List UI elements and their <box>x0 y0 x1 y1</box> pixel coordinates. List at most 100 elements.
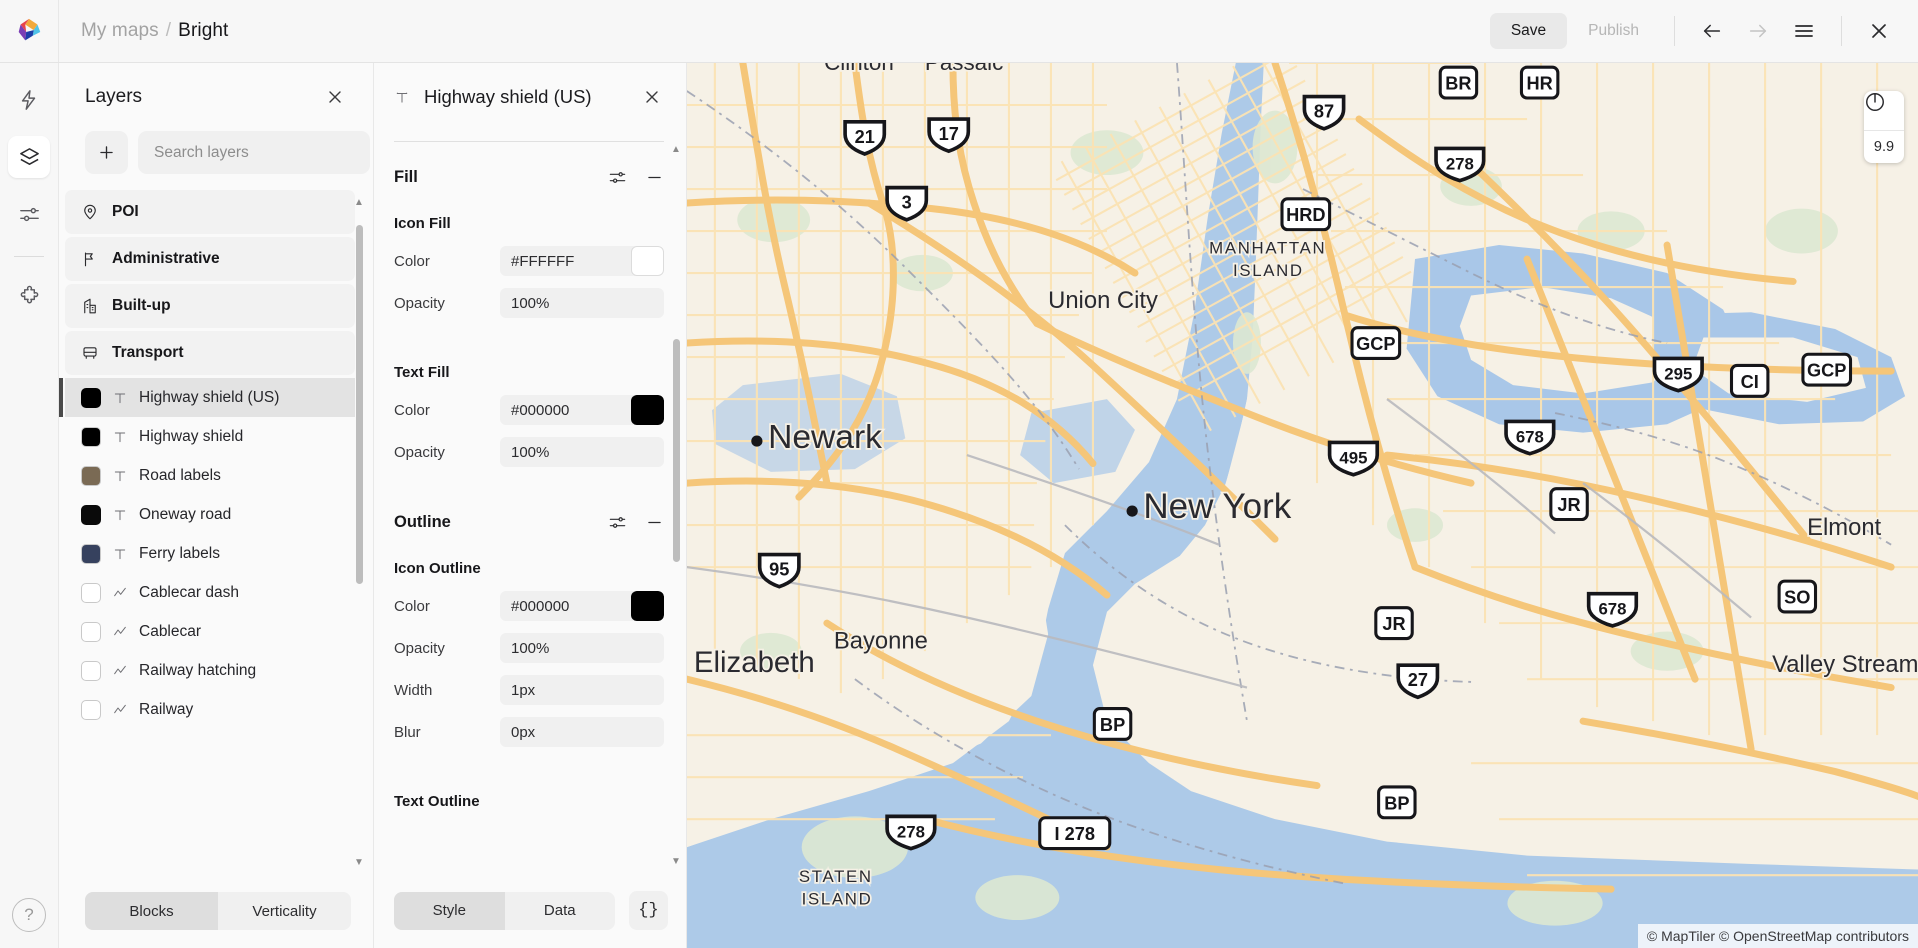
breadcrumb-root[interactable]: My maps <box>81 20 159 42</box>
map-route-badge: CI <box>1731 365 1767 396</box>
layer-color-swatch[interactable] <box>81 466 101 486</box>
section-settings-button[interactable] <box>608 513 627 532</box>
tab-data[interactable]: Data <box>505 892 616 930</box>
layer-category-row[interactable]: POI <box>65 190 355 234</box>
style-property-row: Color#FFFFFF <box>394 246 664 276</box>
undo-back-button[interactable] <box>1689 8 1735 54</box>
scrollbar-thumb[interactable] <box>356 225 363 585</box>
property-color-swatch[interactable] <box>631 591 664 621</box>
map-place-dot <box>1127 506 1138 517</box>
svg-text:BR: BR <box>1445 74 1471 94</box>
layer-row[interactable]: Highway shield <box>65 417 355 456</box>
code-editor-button[interactable]: {} <box>629 891 668 930</box>
menu-button[interactable] <box>1781 8 1827 54</box>
property-value-input[interactable]: 100% <box>500 633 664 663</box>
layer-row[interactable]: Ferry labels <box>65 534 355 573</box>
layer-category-row[interactable]: Transport <box>65 331 355 375</box>
property-color-swatch[interactable] <box>631 246 664 276</box>
close-icon <box>325 87 345 107</box>
search-layers-input[interactable] <box>138 131 370 174</box>
brand-logo[interactable] <box>0 0 59 62</box>
map-canvas[interactable]: ClintonPassaicUnion CityMANHATTANISLANDN… <box>687 63 1918 948</box>
rail-item-lightning[interactable] <box>8 79 50 121</box>
line-layer-icon <box>112 624 128 640</box>
layer-color-swatch[interactable] <box>81 661 101 681</box>
svg-text:SO: SO <box>1784 588 1810 608</box>
layer-category-label: Administrative <box>112 250 220 268</box>
sliders-icon <box>608 168 627 187</box>
property-value-input[interactable]: #FFFFFF <box>500 246 664 276</box>
layer-category-row[interactable]: Built-up <box>65 284 355 328</box>
svg-text:95: 95 <box>769 560 789 580</box>
map-route-badge: JR <box>1551 489 1587 520</box>
map-zoom-control[interactable]: 9.9 <box>1864 91 1904 163</box>
property-value-input[interactable]: 1px <box>500 675 664 705</box>
line-layer-icon <box>112 663 128 679</box>
property-value-input[interactable]: 100% <box>500 288 664 318</box>
publish-button[interactable]: Publish <box>1567 13 1660 49</box>
tab-verticality[interactable]: Verticality <box>218 892 351 930</box>
style-scrollbar[interactable]: ▲ ▼ <box>670 145 682 867</box>
redo-forward-button[interactable] <box>1735 8 1781 54</box>
layer-color-swatch[interactable] <box>81 622 101 642</box>
header-actions: Save Publish <box>1490 0 1918 62</box>
rail-item-layers[interactable] <box>8 136 50 178</box>
layer-color-swatch[interactable] <box>81 700 101 720</box>
line-layer-icon <box>112 702 128 718</box>
layer-row[interactable]: Railway hatching <box>65 651 355 690</box>
save-button[interactable]: Save <box>1490 13 1567 49</box>
scrollbar-thumb[interactable] <box>673 339 680 561</box>
style-property-row: Blur0px <box>394 717 664 747</box>
scroll-down-arrow-icon[interactable]: ▼ <box>354 858 364 868</box>
rail-item-plugins[interactable] <box>8 275 50 317</box>
layer-row[interactable]: Cablecar dash <box>65 573 355 612</box>
layers-stack-icon <box>18 146 41 169</box>
section-collapse-button[interactable] <box>645 168 664 187</box>
layer-color-swatch[interactable] <box>81 505 101 525</box>
property-value-input[interactable]: #000000 <box>500 591 664 621</box>
breadcrumb-separator: / <box>166 20 171 42</box>
help-button[interactable]: ? <box>12 898 46 932</box>
section-collapse-button[interactable] <box>645 513 664 532</box>
map-place-label: New York <box>1143 487 1291 526</box>
close-editor-button[interactable] <box>1856 8 1902 54</box>
add-layer-button[interactable] <box>85 131 128 174</box>
map-route-badge: BR <box>1440 67 1476 98</box>
scrollbar-track[interactable] <box>356 212 363 854</box>
layer-color-swatch[interactable] <box>81 388 101 408</box>
layer-row[interactable]: Oneway road <box>65 495 355 534</box>
style-properties-scroll: FillIcon FillColor#FFFFFFOpacity100%Text… <box>374 131 686 877</box>
layer-row[interactable]: Railway <box>65 690 355 729</box>
property-value-input[interactable]: 100% <box>500 437 664 467</box>
layer-row[interactable]: Road labels <box>65 456 355 495</box>
tab-style[interactable]: Style <box>394 892 505 930</box>
property-label: Opacity <box>394 444 500 461</box>
section-settings-button[interactable] <box>608 168 627 187</box>
map-compass-button[interactable] <box>1864 91 1904 131</box>
layers-scrollbar[interactable]: ▲ ▼ <box>353 198 365 868</box>
style-panel-title: Highway shield (US) <box>424 86 622 108</box>
property-value-input[interactable]: 0px <box>500 717 664 747</box>
map-route-badge: JR <box>1376 608 1412 639</box>
scrollbar-track[interactable] <box>673 159 680 853</box>
scroll-down-arrow-icon[interactable]: ▼ <box>671 857 681 867</box>
tab-blocks[interactable]: Blocks <box>85 892 218 930</box>
text-layer-icon <box>112 429 128 445</box>
scroll-up-arrow-icon[interactable]: ▲ <box>671 145 681 155</box>
property-value-input[interactable]: #000000 <box>500 395 664 425</box>
layer-color-swatch[interactable] <box>81 583 101 603</box>
property-label: Color <box>394 598 500 615</box>
layer-category-row[interactable]: Administrative <box>65 237 355 281</box>
property-color-swatch[interactable] <box>631 395 664 425</box>
style-panel-close-button[interactable] <box>636 81 668 113</box>
layers-panel-close-button[interactable] <box>319 81 351 113</box>
map-place-label: Passaic <box>925 63 1003 75</box>
close-icon <box>642 87 662 107</box>
layer-row[interactable]: Cablecar <box>65 612 355 651</box>
rail-item-settings[interactable] <box>8 193 50 235</box>
layer-color-swatch[interactable] <box>81 427 101 447</box>
layer-row[interactable]: Highway shield (US) <box>65 378 355 417</box>
layers-list: POIAdministrativeBuilt-upTransportHighwa… <box>65 190 373 729</box>
layer-color-swatch[interactable] <box>81 544 101 564</box>
scroll-up-arrow-icon[interactable]: ▲ <box>354 198 364 208</box>
